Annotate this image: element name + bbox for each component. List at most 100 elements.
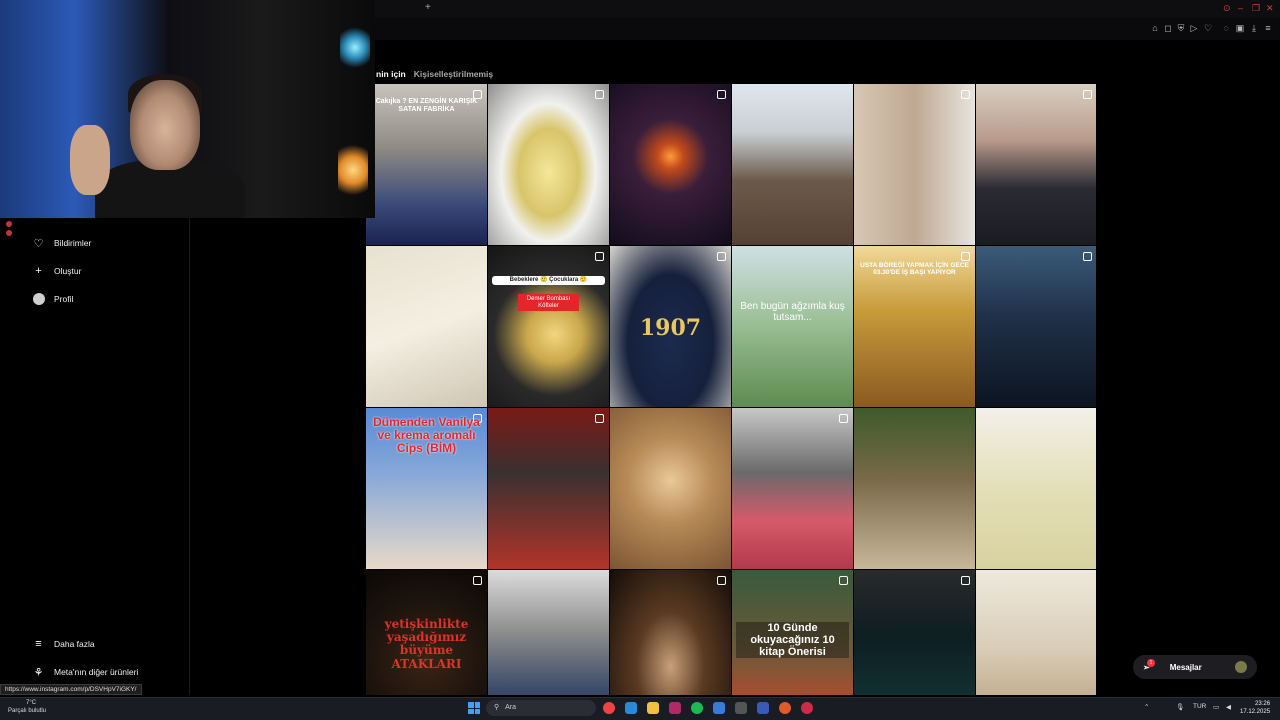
chat-icon[interactable]: ◌: [1221, 23, 1231, 33]
reel-icon: [595, 414, 604, 423]
shield-icon[interactable]: ⛨: [1176, 23, 1186, 33]
minimize-button[interactable]: –: [1238, 3, 1243, 13]
messages-label: Mesajlar: [1169, 662, 1202, 672]
restore-button[interactable]: ❐: [1252, 3, 1260, 14]
new-tab-button[interactable]: +: [425, 2, 431, 13]
reel-icon: [717, 576, 726, 585]
heart-icon: ♡: [33, 237, 44, 250]
explore-tile[interactable]: [488, 84, 609, 245]
chevron-up-icon[interactable]: ⌃: [1144, 703, 1149, 711]
reel-icon: [717, 252, 726, 261]
close-window-button[interactable]: ✕: [1266, 3, 1274, 14]
pin-icon[interactable]: ⌂: [1150, 23, 1160, 33]
explore-tile[interactable]: Cakıjka ? EN ZENGİN KARIŞIK SATAN FABRİK…: [366, 84, 487, 245]
sidebar-item-meta[interactable]: ⚘ Meta'nın diğer ürünleri: [32, 663, 139, 681]
opera-icon[interactable]: [801, 702, 813, 714]
meta-icon: ⚘: [33, 666, 44, 679]
sidebar-item-label: Daha fazla: [54, 639, 95, 649]
explore-tile[interactable]: [854, 408, 975, 569]
mic-icon[interactable]: 🎙: [1176, 703, 1184, 711]
tab-for-you[interactable]: nin için: [376, 69, 406, 79]
reel-icon: [961, 252, 970, 261]
weather-desc: Parçalı bulutlu: [8, 708, 47, 714]
app-icon[interactable]: [625, 702, 637, 714]
date: 17.12.2025: [1240, 709, 1271, 715]
taskbar-clock[interactable]: 23:26 17.12.2025: [1240, 700, 1270, 716]
sidebar-item-label: Profil: [54, 294, 74, 304]
chrome-icon[interactable]: [603, 702, 615, 714]
app-icon[interactable]: [669, 702, 681, 714]
tile-sticker: Demer Bombası Köfteler: [518, 294, 579, 312]
app-icon[interactable]: [779, 702, 791, 714]
sidebar-item-create[interactable]: + Oluştur: [32, 262, 81, 280]
lang-indicator[interactable]: TUR: [1193, 703, 1206, 710]
explore-tile[interactable]: Dümenden Vanilya ve krema aromalı Cips (…: [366, 408, 487, 569]
hamburger-icon: ≡: [35, 638, 42, 650]
sidebar-item-label: Oluştur: [54, 266, 82, 276]
avatar: [32, 293, 45, 306]
reel-icon: [961, 90, 970, 99]
explore-tile[interactable]: [610, 408, 731, 569]
settings-icon[interactable]: [757, 702, 769, 714]
explore-tile[interactable]: USTA BÖREĞİ YAPMAK İÇİN GECE 03.30'DE İŞ…: [854, 246, 975, 407]
reel-icon: [717, 90, 726, 99]
box-icon[interactable]: ▣: [1235, 23, 1245, 33]
explore-tile[interactable]: [976, 570, 1096, 695]
explore-tile[interactable]: [854, 84, 975, 245]
reel-icon: [595, 252, 604, 261]
tile-caption: yetişkinlikte yaşadığımız büyüme ATAKLAR…: [384, 617, 469, 671]
messages-badge: 1: [1147, 659, 1155, 667]
explore-tile[interactable]: Ben bugün ağzımla kuş tutsam...: [732, 246, 853, 407]
explore-tile[interactable]: [976, 408, 1096, 569]
explore-tile[interactable]: [610, 570, 731, 695]
search-icon: ⚲: [494, 704, 500, 711]
bookmark-icon[interactable]: ◻: [1163, 23, 1173, 33]
menu-icon[interactable]: ≡: [1263, 23, 1273, 33]
reel-icon: [839, 576, 848, 585]
explore-tile[interactable]: [366, 246, 487, 407]
explore-tile[interactable]: Bebeklere 🙂 Çocuklara 🙂 Demer Bombası Köf…: [488, 246, 609, 407]
explore-tile[interactable]: 10 Günde okuyacağınız 10 kitap Önerisi: [732, 570, 853, 695]
spotify-icon[interactable]: [691, 702, 703, 714]
explore-tile[interactable]: [488, 570, 609, 695]
app-icon[interactable]: [735, 702, 747, 714]
reel-icon: [839, 414, 848, 423]
sidebar-item-notifications[interactable]: ♡ Bildirimler: [32, 234, 92, 252]
browser-tab[interactable]: m: [368, 3, 426, 16]
heart-icon[interactable]: ♡: [1203, 23, 1213, 33]
reel-icon: [595, 90, 604, 99]
status-url: https://www.instagram.com/p/DSVHpV7iGKY/: [0, 684, 142, 695]
plus-icon: +: [35, 265, 42, 277]
explore-tile[interactable]: [854, 570, 975, 695]
sidebar-item-profile[interactable]: Profil: [32, 290, 73, 308]
weather-widget[interactable]: 7°C Parçalı bulutlu: [8, 699, 46, 715]
tile-caption: 1907: [639, 315, 702, 341]
sidebar-item-more[interactable]: ≡ Daha fazla: [32, 635, 95, 653]
tile-caption: Ben bugün ağzımla kuş tutsam...: [740, 301, 845, 323]
explore-tile[interactable]: [488, 408, 609, 569]
tile-caption: Dümenden Vanilya ve krema aromalı Cips (…: [373, 415, 480, 456]
taskbar-search[interactable]: ⚲ Ara: [486, 700, 596, 716]
explore-tile[interactable]: [732, 84, 853, 245]
explore-tile[interactable]: yetişkinlikte yaşadığımız büyüme ATAKLAR…: [366, 570, 487, 695]
play-icon[interactable]: ▷: [1189, 23, 1199, 33]
search-placeholder: Ara: [505, 704, 517, 711]
explore-tile[interactable]: [732, 408, 853, 569]
browser-icon[interactable]: ⊙: [1223, 3, 1231, 14]
app-icon[interactable]: [713, 702, 725, 714]
folder-icon[interactable]: [647, 702, 659, 714]
volume-icon[interactable]: ◀: [1226, 703, 1231, 711]
explore-tile[interactable]: [976, 246, 1096, 407]
start-button[interactable]: [468, 702, 480, 714]
time: 23:26: [1255, 701, 1271, 707]
explore-tile[interactable]: [976, 84, 1096, 245]
explore-tile[interactable]: 1907: [610, 246, 731, 407]
sidebar-item-label: Bildirimler: [54, 238, 92, 248]
reel-icon: [1083, 90, 1092, 99]
tile-caption: 10 Günde okuyacağınız 10 kitap Önerisi: [736, 622, 849, 659]
tab-not-personalized[interactable]: Kişiselleştirilmemiş: [414, 69, 493, 79]
monitor-icon[interactable]: ▭: [1213, 703, 1219, 711]
download-icon[interactable]: ⤓: [1249, 23, 1259, 33]
explore-tile[interactable]: [610, 84, 731, 245]
reel-icon: [1083, 252, 1092, 261]
